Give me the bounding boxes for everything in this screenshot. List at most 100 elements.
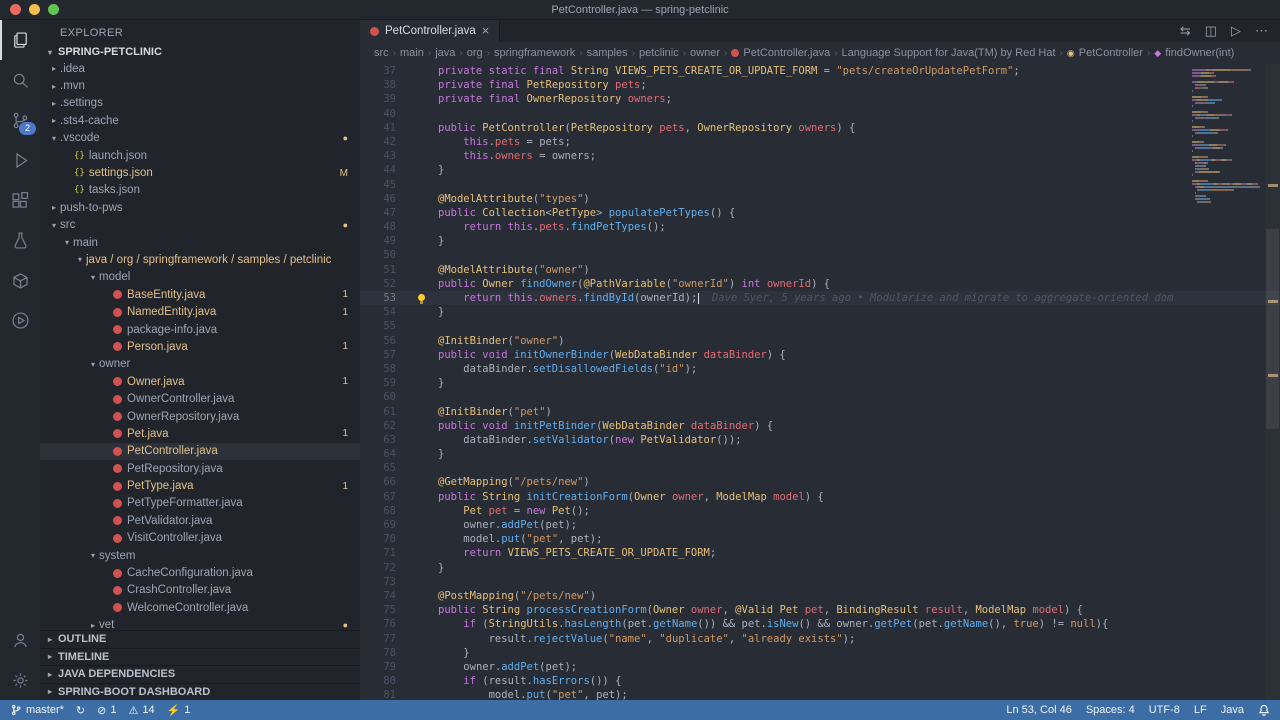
code-line-71[interactable]: 71 return VIEWS_PETS_CREATE_OR_UPDATE_FO… [360, 546, 1280, 560]
code-line-54[interactable]: 54} [360, 305, 1280, 319]
tree-item-mvn[interactable]: ▸.mvn [40, 77, 360, 94]
code-line-57[interactable]: 57public void initOwnerBinder(WebDataBin… [360, 348, 1280, 362]
chevron-down-icon[interactable]: ▾ [61, 238, 73, 247]
code-line-58[interactable]: 58 dataBinder.setDisallowedFields("id"); [360, 362, 1280, 376]
chevron-right-icon[interactable]: ▸ [48, 116, 60, 125]
code-line-61[interactable]: 61@InitBinder("pet") [360, 405, 1280, 419]
sidebar-panel-timeline[interactable]: ▸TIMELINE [40, 648, 360, 666]
tree-item-crashcontroller-java[interactable]: CrashController.java [40, 582, 360, 599]
code-line-37[interactable]: 37private static final String VIEWS_PETS… [360, 64, 1280, 78]
status-cursor-position[interactable]: Ln 53, Col 46 [1006, 704, 1071, 716]
tab-petcontroller[interactable]: PetController.java × [360, 20, 500, 42]
tree-item-sts4-cache[interactable]: ▸.sts4-cache [40, 112, 360, 129]
tree-item-tasks-json[interactable]: {}tasks.json [40, 182, 360, 199]
status-notifications[interactable] [1258, 704, 1270, 716]
code-line-48[interactable]: 48 return this.pets.findPetTypes(); [360, 220, 1280, 234]
code-line-53[interactable]: 53 return this.owners.findById(ownerId);… [360, 291, 1280, 305]
tree-item-vscode[interactable]: ▾.vscode● [40, 130, 360, 147]
code-line-40[interactable]: 40 [360, 107, 1280, 121]
activity-explorer-icon[interactable] [0, 20, 40, 60]
breadcrumb-item-language-support-for-java-tm-by-red-hat[interactable]: Language Support for Java(TM) by Red Hat [842, 47, 1056, 59]
tree-item-model[interactable]: ▾model [40, 269, 360, 286]
status-warnings[interactable]: ⚠14 [128, 704, 154, 717]
chevron-down-icon[interactable]: ▾ [87, 551, 99, 560]
status-eol[interactable]: LF [1194, 704, 1207, 716]
tree-item-petrepository-java[interactable]: PetRepository.java [40, 460, 360, 477]
sidebar-panel-outline[interactable]: ▸OUTLINE [40, 630, 360, 648]
breadcrumb-item-petclinic[interactable]: petclinic [639, 47, 679, 59]
code-line-38[interactable]: 38private final PetRepository pets; [360, 78, 1280, 92]
code-line-52[interactable]: 52public Owner findOwner(@PathVariable("… [360, 277, 1280, 291]
activity-testing-icon[interactable] [0, 220, 40, 260]
code-line-47[interactable]: 47public Collection<PetType> populatePet… [360, 206, 1280, 220]
code-line-79[interactable]: 79 owner.addPet(pet); [360, 660, 1280, 674]
breadcrumb-item-java[interactable]: java [435, 47, 455, 59]
breadcrumb-item-owner[interactable]: owner [690, 47, 720, 59]
lightbulb-icon[interactable] [418, 294, 425, 301]
code-line-64[interactable]: 64} [360, 447, 1280, 461]
code-line-65[interactable]: 65 [360, 461, 1280, 475]
breadcrumb-item-src[interactable]: src [374, 47, 389, 59]
tree-item-java-org-springframework-samples-petclinic[interactable]: ▾java / org / springframework / samples … [40, 251, 360, 268]
chevron-right-icon[interactable]: ▸ [48, 99, 60, 108]
activity-search-icon[interactable] [0, 60, 40, 100]
code-line-56[interactable]: 56@InitBinder("owner") [360, 334, 1280, 348]
code-line-42[interactable]: 42 this.pets = pets; [360, 135, 1280, 149]
code-line-81[interactable]: 81 model.put("pet", pet); [360, 688, 1280, 700]
tree-item-petvalidator-java[interactable]: PetValidator.java [40, 512, 360, 529]
code-line-39[interactable]: 39private final OwnerRepository owners; [360, 92, 1280, 106]
tree-item-system[interactable]: ▾system [40, 547, 360, 564]
tree-item-pettype-java[interactable]: PetType.java1 [40, 477, 360, 494]
tree-item-person-java[interactable]: Person.java1 [40, 338, 360, 355]
code-line-55[interactable]: 55 [360, 319, 1280, 333]
code-line-69[interactable]: 69 owner.addPet(pet); [360, 518, 1280, 532]
breadcrumb-item-springframework[interactable]: springframework [494, 47, 575, 59]
code-line-78[interactable]: 78 } [360, 646, 1280, 660]
code-line-70[interactable]: 70 model.put("pet", pet); [360, 532, 1280, 546]
code-line-73[interactable]: 73 [360, 575, 1280, 589]
chevron-right-icon[interactable]: ▸ [48, 82, 60, 91]
status-sync[interactable]: ↻ [76, 704, 85, 717]
open-changes-icon[interactable]: ⇆ [1180, 23, 1191, 39]
minimap[interactable] [1190, 64, 1264, 700]
close-tab-icon[interactable]: × [482, 26, 490, 36]
code-line-46[interactable]: 46@ModelAttribute("types") [360, 192, 1280, 206]
status-indentation[interactable]: Spaces: 4 [1086, 704, 1135, 716]
sidebar-panel-spring-boot-dashboard[interactable]: ▸SPRING-BOOT DASHBOARD [40, 683, 360, 701]
activity-spring-boot-dashboard-icon[interactable] [0, 300, 40, 340]
chevron-down-icon[interactable]: ▾ [48, 134, 60, 143]
tree-item-ownerrepository-java[interactable]: OwnerRepository.java [40, 408, 360, 425]
chevron-down-icon[interactable]: ▾ [87, 360, 99, 369]
tree-item-settings[interactable]: ▸.settings [40, 95, 360, 112]
code-line-76[interactable]: 76 if (StringUtils.hasLength(pet.getName… [360, 617, 1280, 631]
code-line-50[interactable]: 50 [360, 248, 1280, 262]
tree-item-namedentity-java[interactable]: NamedEntity.java1 [40, 303, 360, 320]
tree-item-cacheconfiguration-java[interactable]: CacheConfiguration.java [40, 564, 360, 581]
breadcrumb-item-samples[interactable]: samples [587, 47, 628, 59]
tree-item-launch-json[interactable]: {}launch.json [40, 147, 360, 164]
tree-item-pet-java[interactable]: Pet.java1 [40, 425, 360, 442]
code-line-74[interactable]: 74@PostMapping("/pets/new") [360, 589, 1280, 603]
code-line-68[interactable]: 68 Pet pet = new Pet(); [360, 504, 1280, 518]
code-line-63[interactable]: 63 dataBinder.setValidator(new PetValida… [360, 433, 1280, 447]
activity-account-icon[interactable] [0, 620, 40, 660]
breadcrumb-item-main[interactable]: main [400, 47, 424, 59]
tree-item-petcontroller-java[interactable]: PetController.java [40, 443, 360, 460]
more-actions-icon[interactable]: ⋯ [1255, 23, 1268, 39]
chevron-down-icon[interactable]: ▾ [48, 221, 60, 230]
chevron-right-icon[interactable]: ▸ [87, 621, 99, 630]
code-line-77[interactable]: 77 result.rejectValue("name", "duplicate… [360, 632, 1280, 646]
code-line-60[interactable]: 60 [360, 390, 1280, 404]
tree-item-src[interactable]: ▾src● [40, 217, 360, 234]
scrollbar-thumb[interactable] [1266, 229, 1279, 429]
activity-java-projects-icon[interactable] [0, 260, 40, 300]
tree-item-visitcontroller-java[interactable]: VisitController.java [40, 530, 360, 547]
sidebar-panel-java-dependencies[interactable]: ▸JAVA DEPENDENCIES [40, 665, 360, 683]
code-line-72[interactable]: 72} [360, 561, 1280, 575]
tree-item-pettypeformatter-java[interactable]: PetTypeFormatter.java [40, 495, 360, 512]
status-boot-apps[interactable]: ⚡1 [167, 704, 191, 717]
status-errors[interactable]: ⊘1 [97, 704, 116, 717]
activity-settings-icon[interactable] [0, 660, 40, 700]
breadcrumb-item-petcontroller-java[interactable]: PetController.java [731, 47, 830, 59]
minimize-window-button[interactable] [29, 4, 40, 15]
